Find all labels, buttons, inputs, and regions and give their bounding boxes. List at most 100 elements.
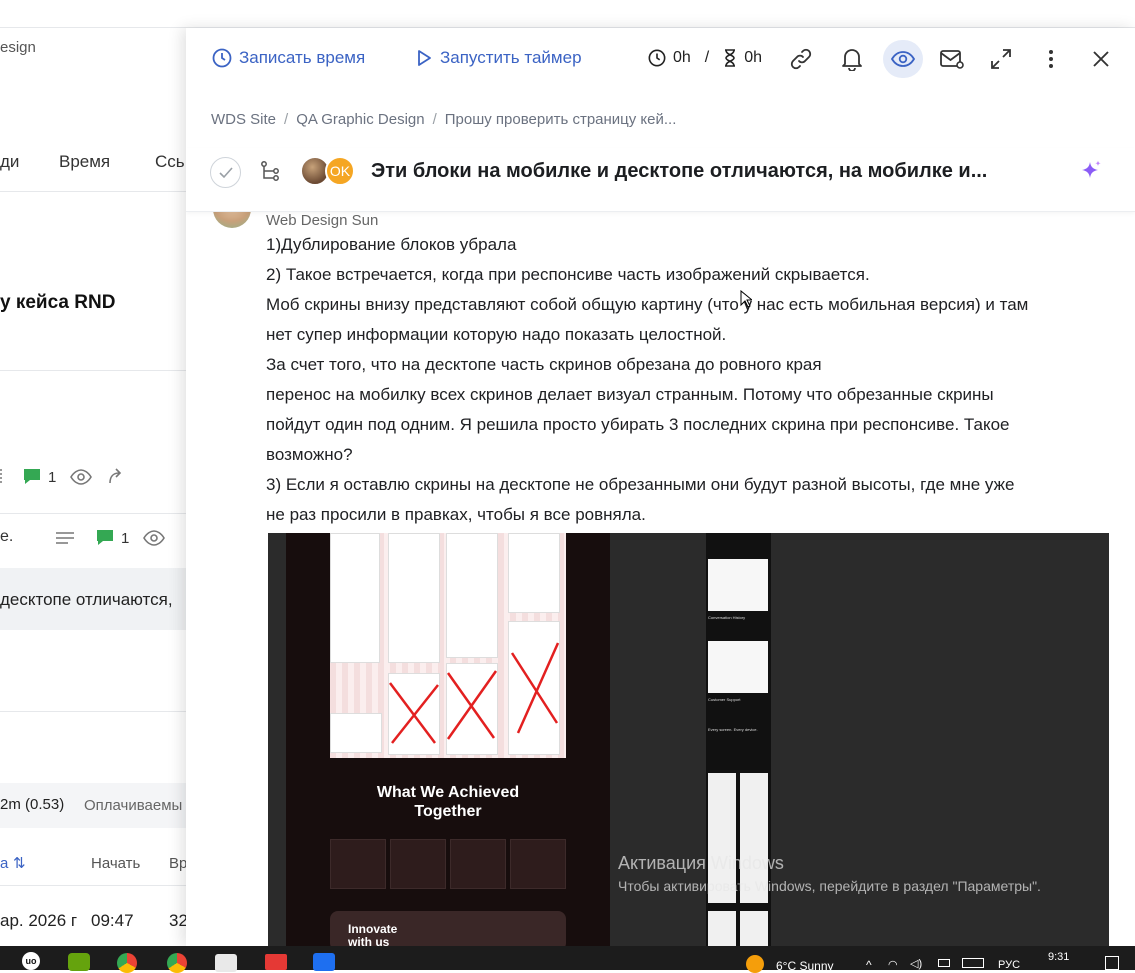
slack-icon[interactable] (215, 954, 237, 972)
strike-marks (389, 642, 560, 744)
link-icon (790, 48, 812, 70)
start-timer-button[interactable]: Запустить таймер (415, 48, 582, 68)
activation-watermark-subtitle: Чтобы активировать Windows, перейдите в … (618, 878, 1041, 894)
notifications-button[interactable] (834, 41, 870, 77)
handle-icon (0, 469, 4, 483)
assignee-avatar-initials[interactable]: OK (325, 156, 355, 186)
more-options-button[interactable] (1033, 41, 1069, 77)
tab-divider (0, 191, 186, 192)
hourglass-icon (725, 49, 736, 67)
breadcrumb-list[interactable]: QA Graphic Design (296, 111, 424, 128)
row-date: ар. 2026 г (0, 911, 78, 930)
task-heading: у кейса RND (0, 292, 116, 313)
ai-assistant-button[interactable] (1079, 159, 1103, 188)
tab-time[interactable]: Время (59, 152, 110, 172)
row-text: е. (0, 528, 14, 545)
time-tracked[interactable]: 0h / 0h (648, 49, 762, 67)
mockup-cta-line: with us (348, 935, 390, 947)
row-time: 32 (169, 911, 186, 930)
mockup-heading-line: Together (414, 803, 482, 820)
utorrent-icon[interactable] (68, 953, 90, 971)
column-time[interactable]: Вр (169, 855, 186, 872)
chrome-icon[interactable] (167, 953, 187, 973)
more-vertical-icon (1049, 50, 1053, 68)
app-uo-icon[interactable]: uo (22, 952, 40, 970)
battery-icon[interactable] (938, 959, 950, 967)
expand-button[interactable] (983, 41, 1019, 77)
weather-text[interactable]: 6°C Sunny (776, 959, 834, 973)
sort-icon[interactable]: ⇅ (13, 854, 26, 872)
highlighted-row[interactable]: десктопе отличаются, (0, 568, 186, 630)
clock-icon (648, 49, 666, 67)
mouse-cursor-icon (740, 290, 752, 308)
divider (0, 711, 186, 712)
watch-button[interactable] (883, 40, 923, 78)
clock-icon (212, 48, 232, 68)
windows-taskbar: uo 6°C Sunny ^ ◠ ◁) РУС 9:31 (0, 946, 1135, 973)
complete-task-button[interactable] (210, 157, 241, 188)
keyboard-icon[interactable] (962, 958, 984, 968)
drawer-toolbar: Записать время Запустить таймер 0h / 0h (186, 28, 1135, 90)
comment-icon[interactable] (22, 468, 42, 491)
comment-line: возможно? (266, 445, 353, 464)
breadcrumb-space[interactable]: WDS Site (211, 111, 276, 128)
mail-icon (940, 50, 964, 69)
volume-icon[interactable]: ◁) (910, 957, 922, 970)
close-button[interactable] (1083, 41, 1119, 77)
comment-count: 1 (48, 469, 57, 486)
record-time-button[interactable]: Записать время (212, 48, 365, 68)
weather-sun-icon[interactable] (746, 955, 764, 973)
subtasks-button[interactable] (259, 160, 283, 189)
time-summary: 2m (0.53) (0, 796, 65, 813)
time-separator: / (704, 49, 710, 66)
divider (0, 370, 186, 371)
comment-icon[interactable] (95, 529, 115, 552)
mobile-caption: Every screen. Every device. (708, 727, 758, 732)
network-icon[interactable]: ◠ (888, 958, 898, 971)
mockup-heading-line: What We Achieved (376, 784, 520, 801)
eye-icon (891, 51, 915, 67)
comment-author[interactable]: Web Design Sun (266, 212, 378, 229)
task-title[interactable]: Эти блоки на мобилке и десктопе отличают… (371, 160, 987, 183)
tab-links[interactable]: Ссь (155, 152, 185, 172)
comment-line: перенос на мобилку всех скринов делает в… (266, 385, 994, 404)
screens-collage (330, 533, 566, 758)
mobile-caption: Conversation History (708, 615, 746, 620)
comment-count: 1 (121, 530, 130, 547)
sort-column[interactable]: а (0, 855, 8, 872)
time-estimate: 0h (744, 49, 763, 66)
bell-icon (842, 49, 862, 71)
share-icon[interactable] (106, 466, 126, 491)
chrome-icon[interactable] (117, 953, 137, 973)
comment-line: 2) Такое встречается, когда при респонси… (266, 265, 870, 284)
breadcrumb-parent-task[interactable]: Прошу проверить страницу кей... (445, 111, 677, 128)
subtasks-icon (261, 161, 279, 181)
highlighted-row-text: десктопе отличаются, (0, 590, 173, 609)
divider (0, 513, 186, 514)
notifications-center-icon[interactable] (1105, 956, 1119, 970)
time-spent: 0h (673, 49, 691, 66)
close-icon (1093, 51, 1109, 67)
app-blue-icon[interactable] (313, 953, 335, 971)
activation-watermark-title: Активация Windows (618, 853, 784, 873)
comment-line: Моб скрины внизу представляют собой общу… (266, 295, 1029, 314)
email-button[interactable] (934, 41, 970, 77)
project-name[interactable]: esign (0, 39, 36, 56)
description-icon (55, 531, 75, 550)
comment-line: 1)Дублирование блоков убрала (266, 235, 517, 254)
language-indicator[interactable]: РУС (998, 959, 1020, 971)
tab-people[interactable]: ди (0, 152, 19, 172)
gmail-icon[interactable] (265, 954, 287, 970)
eye-icon[interactable] (143, 529, 165, 552)
record-time-label: Записать время (239, 48, 366, 67)
copy-link-button[interactable] (783, 41, 819, 77)
comment-area: Web Design Sun 1)Дублирование блоков убр… (186, 190, 1135, 947)
breadcrumb-separator: / (432, 111, 437, 128)
column-start[interactable]: Начать (91, 855, 140, 872)
eye-icon[interactable] (70, 468, 92, 491)
background-left-panel: esign ди Время Ссь у кейса RND 1 е. 1 де… (0, 28, 186, 946)
clock-time[interactable]: 9:31 (1048, 951, 1069, 963)
task-title-bar: OK Эти блоки на мобилке и десктопе отлич… (186, 148, 1135, 212)
check-icon (218, 166, 233, 178)
mockup-heading: What We Achieved Together (330, 783, 566, 821)
